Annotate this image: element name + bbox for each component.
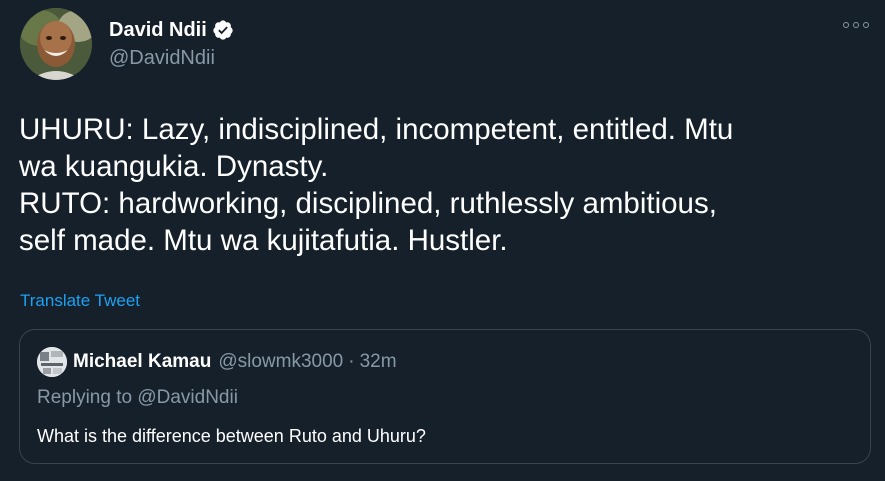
profile-photo-icon: [20, 8, 92, 80]
tweet-header: David Ndii @DavidNdii: [20, 8, 234, 80]
tweet-text-line: RUTO: hardworking, disciplined, ruthless…: [19, 187, 717, 220]
tweet-text-line: wa kuangukia. Dynasty.: [19, 150, 329, 183]
quoted-author-display-name: Michael Kamau: [73, 351, 212, 372]
tweet-text-line: self made. Mtu wa kujitafutia. Hustler.: [19, 224, 508, 257]
more-options-icon[interactable]: [843, 18, 869, 32]
author-avatar[interactable]: [20, 8, 92, 80]
quoted-author-avatar: [37, 347, 67, 377]
tweet-card: David Ndii @DavidNdii UHURU: Lazy, indis…: [0, 0, 885, 481]
quoted-tweet[interactable]: Michael Kamau @slowmk3000 · 32m Replying…: [19, 329, 871, 464]
quoted-author-handle: @slowmk3000: [218, 351, 344, 372]
author-display-name[interactable]: David Ndii: [109, 18, 207, 42]
display-name-row: David Ndii: [109, 17, 234, 43]
author-names: David Ndii @DavidNdii: [109, 17, 234, 71]
quoted-tweet-text: What is the difference between Ruto and …: [37, 426, 426, 446]
tweet-text-line: UHURU: Lazy, indisciplined, incompetent,…: [19, 113, 734, 146]
quoted-tweet-timestamp: 32m: [359, 351, 397, 372]
quoted-tweet-header: Michael Kamau @slowmk3000 · 32m: [37, 347, 397, 377]
replying-to-label: Replying to @DavidNdii: [37, 387, 238, 408]
author-handle[interactable]: @DavidNdii: [109, 45, 234, 71]
translate-tweet-link[interactable]: Translate Tweet: [20, 291, 140, 311]
more-dot: [843, 22, 849, 28]
tweet-text: UHURU: Lazy, indisciplined, incompetent,…: [19, 111, 869, 259]
more-dot: [853, 22, 859, 28]
dot-separator: ·: [348, 351, 355, 372]
quoted-profile-photo-icon: [37, 347, 67, 377]
more-dot: [863, 22, 869, 28]
verified-badge-icon: [212, 19, 234, 41]
